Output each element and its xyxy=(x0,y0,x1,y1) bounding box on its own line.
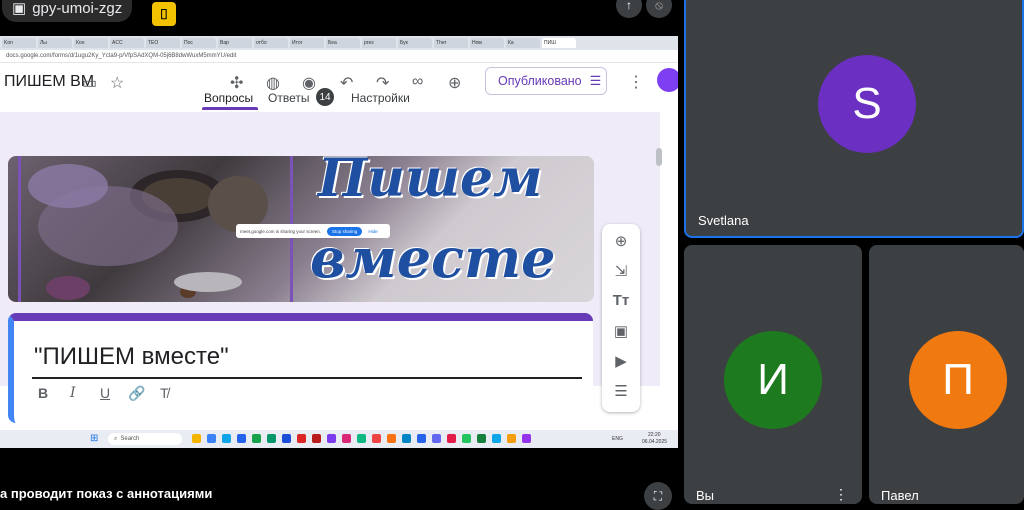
participant-avatar: И xyxy=(724,331,822,429)
taskbar-search[interactable]: ⌕ Search xyxy=(108,433,182,445)
taskbar-app-icon[interactable] xyxy=(342,434,351,443)
sliders-icon: ☰ xyxy=(589,73,602,88)
participant-name: Вы xyxy=(696,488,715,503)
meeting-code-chip[interactable]: ▣ gpy-umoi-zgz xyxy=(2,0,133,22)
tab-questions[interactable]: Вопросы xyxy=(204,91,253,105)
taskbar-app-icon[interactable] xyxy=(192,434,201,443)
presenter-caption: а проводит показ с аннотациями xyxy=(0,486,213,501)
taskbar-app-icon[interactable] xyxy=(222,434,231,443)
windows-taskbar: ⊞ ⌕ Search ENG 22:20 06.04.2025 xyxy=(0,430,678,448)
taskbar-app-icon[interactable] xyxy=(327,434,336,443)
add-video-icon[interactable]: ▶ xyxy=(611,352,631,370)
taskbar-app-icon[interactable] xyxy=(297,434,306,443)
browser-tab[interactable]: Лы xyxy=(38,38,72,48)
taskbar-app-icon[interactable] xyxy=(477,434,486,443)
participant-name: Павел xyxy=(881,488,919,503)
host-controls-icon[interactable]: ⌷ xyxy=(152,2,176,26)
taskbar-app-icon[interactable] xyxy=(372,434,381,443)
search-icon: ⌕ xyxy=(114,435,118,442)
taskbar-app-icon[interactable] xyxy=(207,434,216,443)
browser-tab[interactable]: отбо xyxy=(254,38,288,48)
browser-tab[interactable]: pres xyxy=(362,38,396,48)
upload-icon[interactable]: ↑ xyxy=(616,0,642,18)
stop-sharing-button[interactable]: Stop sharing xyxy=(327,226,363,236)
import-questions-icon[interactable]: ⇲ xyxy=(611,262,631,280)
browser-tab-active[interactable]: ПИШ xyxy=(542,38,576,48)
add-image-icon[interactable]: ▣ xyxy=(611,322,631,340)
keyboard-language[interactable]: ENG xyxy=(612,436,623,442)
taskbar-app-icon[interactable] xyxy=(432,434,441,443)
answers-count-badge: 14 xyxy=(316,88,334,106)
participant-tile-svetlana[interactable]: S Svetlana xyxy=(684,0,1024,238)
taskbar-app-icon[interactable] xyxy=(462,434,471,443)
taskbar-app-icon[interactable] xyxy=(417,434,426,443)
scrollbar-thumb[interactable] xyxy=(656,148,662,166)
share-notice-text: meet.google.com is sharing your screen. xyxy=(240,228,322,234)
taskbar-app-icon[interactable] xyxy=(402,434,411,443)
browser-tab[interactable]: Вар xyxy=(218,38,252,48)
hide-share-link[interactable]: Hide xyxy=(368,229,377,234)
avatar[interactable] xyxy=(657,68,678,92)
address-bar[interactable]: docs.google.com/forms/d/1ugu2Ky_Ycta9-p/… xyxy=(0,50,678,63)
browser-tab[interactable]: Ка xyxy=(506,38,540,48)
taskbar-app-icon[interactable] xyxy=(492,434,501,443)
taskbar-app-icon[interactable] xyxy=(357,434,366,443)
browser-tab[interactable]: Ном xyxy=(470,38,504,48)
calendar-icon: ▣ xyxy=(12,0,27,17)
form-title-card[interactable]: "ПИШЕМ вместе" B I U 🔗 T̸ xyxy=(8,313,593,423)
form-side-toolbar: ⊕ ⇲ Tт ▣ ▶ ☰ xyxy=(602,224,640,412)
clock-time: 22:20 xyxy=(648,432,661,438)
participant-avatar: П xyxy=(909,331,1007,429)
active-tab-indicator xyxy=(202,107,258,110)
participant-tile-you[interactable]: И Вы ⋮ xyxy=(684,245,862,504)
insert-link-icon[interactable]: 🔗 xyxy=(128,385,145,402)
italic-icon[interactable]: I xyxy=(70,385,76,401)
taskbar-app-icon[interactable] xyxy=(312,434,321,443)
screen-share-notice: meet.google.com is sharing your screen. … xyxy=(236,224,390,238)
more-vert-icon[interactable]: ⋮ xyxy=(834,486,848,503)
browser-tab[interactable]: ACC xyxy=(110,38,144,48)
title-underline xyxy=(32,377,582,379)
published-label: Опубликовано xyxy=(498,74,582,88)
taskbar-app-icon[interactable] xyxy=(237,434,246,443)
taskbar-app-icon[interactable] xyxy=(267,434,276,443)
bold-icon[interactable]: B xyxy=(38,385,48,401)
browser-tab[interactable]: Ther xyxy=(434,38,468,48)
fullscreen-icon[interactable]: ⛶ xyxy=(644,482,672,510)
clock-date: 06.04.2025 xyxy=(642,439,668,445)
taskbar-app-icon[interactable] xyxy=(507,434,516,443)
browser-tab[interactable]: Беа xyxy=(326,38,360,48)
browser-tab[interactable]: Бук xyxy=(398,38,432,48)
taskbar-app-icon[interactable] xyxy=(252,434,261,443)
form-tabs: Вопросы Ответы 14 Настройки xyxy=(0,88,660,110)
browser-tabstrip: Kon Лы Кон ACC TEO Пос Вар отбо Итог Беа… xyxy=(0,36,678,50)
participant-name: Svetlana xyxy=(698,213,749,228)
browser-tab[interactable]: TEO xyxy=(146,38,180,48)
taskbar-app-icon[interactable] xyxy=(387,434,396,443)
add-section-icon[interactable]: ☰ xyxy=(611,382,631,400)
windows-start-icon[interactable]: ⊞ xyxy=(90,433,98,444)
taskbar-app-icon[interactable] xyxy=(522,434,531,443)
form-title-input[interactable]: "ПИШЕМ вместе" xyxy=(34,343,229,371)
banner-title-line1: Пишем xyxy=(318,148,543,209)
mic-off-icon[interactable]: ⦸ xyxy=(646,0,672,18)
participant-avatar: S xyxy=(818,55,916,153)
meeting-code: gpy-umoi-zgz xyxy=(32,0,123,17)
browser-tab[interactable]: Kon xyxy=(2,38,36,48)
tab-answers[interactable]: Ответы xyxy=(268,91,309,105)
participant-tile-pavel[interactable]: П Павел xyxy=(869,245,1024,504)
add-question-icon[interactable]: ⊕ xyxy=(611,232,631,250)
browser-tab[interactable]: Кон xyxy=(74,38,108,48)
browser-tab[interactable]: Пос xyxy=(182,38,216,48)
underline-icon[interactable]: U xyxy=(100,385,110,401)
add-title-icon[interactable]: Tт xyxy=(611,292,631,309)
clear-format-icon[interactable]: T̸ xyxy=(160,385,169,401)
taskbar-app-icon[interactable] xyxy=(282,434,291,443)
taskbar-search-label: Search xyxy=(120,436,140,442)
taskbar-app-icon[interactable] xyxy=(447,434,456,443)
tab-settings[interactable]: Настройки xyxy=(351,91,410,105)
browser-tab[interactable]: Итог xyxy=(290,38,324,48)
